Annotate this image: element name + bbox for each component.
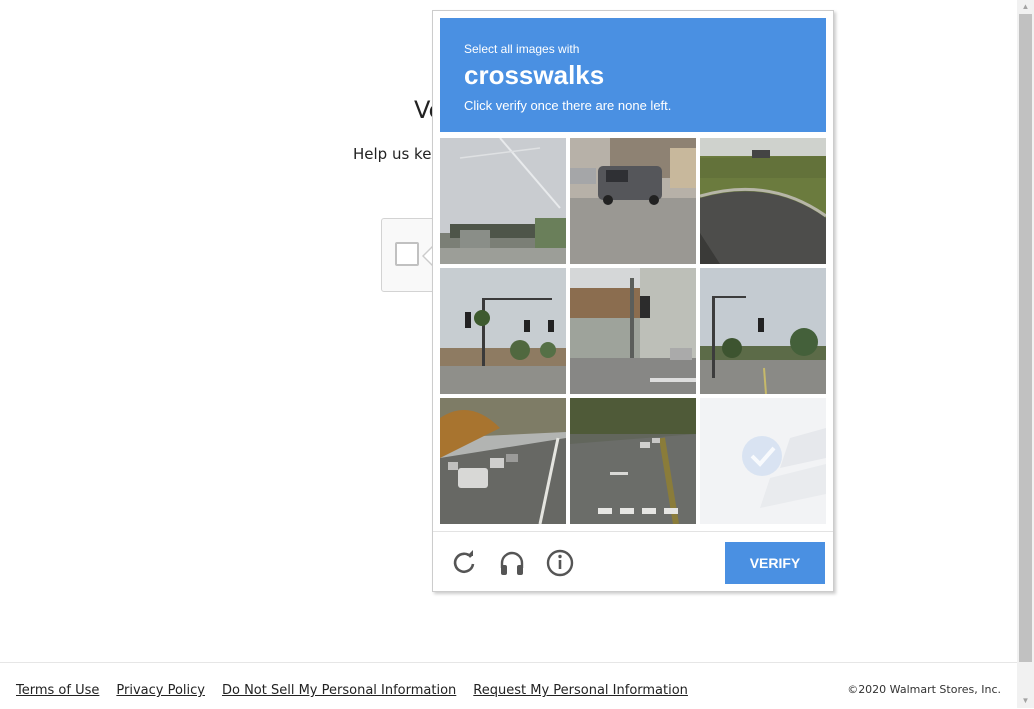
vertical-scrollbar[interactable]: ▲ ▼ <box>1017 0 1034 708</box>
copyright-text: ©2020 Walmart Stores, Inc. <box>847 683 1001 696</box>
page-subtext: Help us kee <box>353 145 441 163</box>
challenge-instruction: Select all images with <box>464 42 580 56</box>
page-footer: Terms of Use Privacy Policy Do Not Sell … <box>0 662 1017 709</box>
challenge-subinstruction: Click verify once there are none left. <box>464 98 672 113</box>
headphones-icon[interactable] <box>497 548 527 578</box>
footer-link-request-info[interactable]: Request My Personal Information <box>473 683 688 698</box>
image-tile-1[interactable] <box>440 138 566 264</box>
scroll-up-arrow-icon[interactable]: ▲ <box>1017 0 1034 14</box>
info-icon[interactable] <box>545 548 575 578</box>
verify-button[interactable]: VERIFY <box>725 542 825 584</box>
image-grid <box>440 138 828 526</box>
challenge-footer: VERIFY <box>433 531 833 592</box>
footer-links: Terms of Use Privacy Policy Do Not Sell … <box>16 683 705 698</box>
scroll-thumb[interactable] <box>1019 14 1032 662</box>
image-tile-4[interactable] <box>440 268 566 394</box>
footer-link-terms[interactable]: Terms of Use <box>16 683 99 698</box>
image-tile-8[interactable] <box>570 398 696 524</box>
footer-link-privacy[interactable]: Privacy Policy <box>116 683 205 698</box>
image-tile-2[interactable] <box>570 138 696 264</box>
image-tile-3[interactable] <box>700 138 826 264</box>
image-tile-7[interactable] <box>440 398 566 524</box>
captcha-challenge-popup: Select all images with crosswalks Click … <box>432 10 834 592</box>
image-tile-9-selected[interactable] <box>700 398 826 524</box>
challenge-keyword: crosswalks <box>464 60 605 90</box>
image-tile-6[interactable] <box>700 268 826 394</box>
recaptcha-checkbox[interactable] <box>395 242 419 266</box>
challenge-header: Select all images with crosswalks Click … <box>440 18 826 132</box>
scroll-down-arrow-icon[interactable]: ▼ <box>1017 694 1034 708</box>
image-tile-5[interactable] <box>570 268 696 394</box>
footer-link-do-not-sell[interactable]: Do Not Sell My Personal Information <box>222 683 456 698</box>
reload-icon[interactable] <box>449 548 479 578</box>
